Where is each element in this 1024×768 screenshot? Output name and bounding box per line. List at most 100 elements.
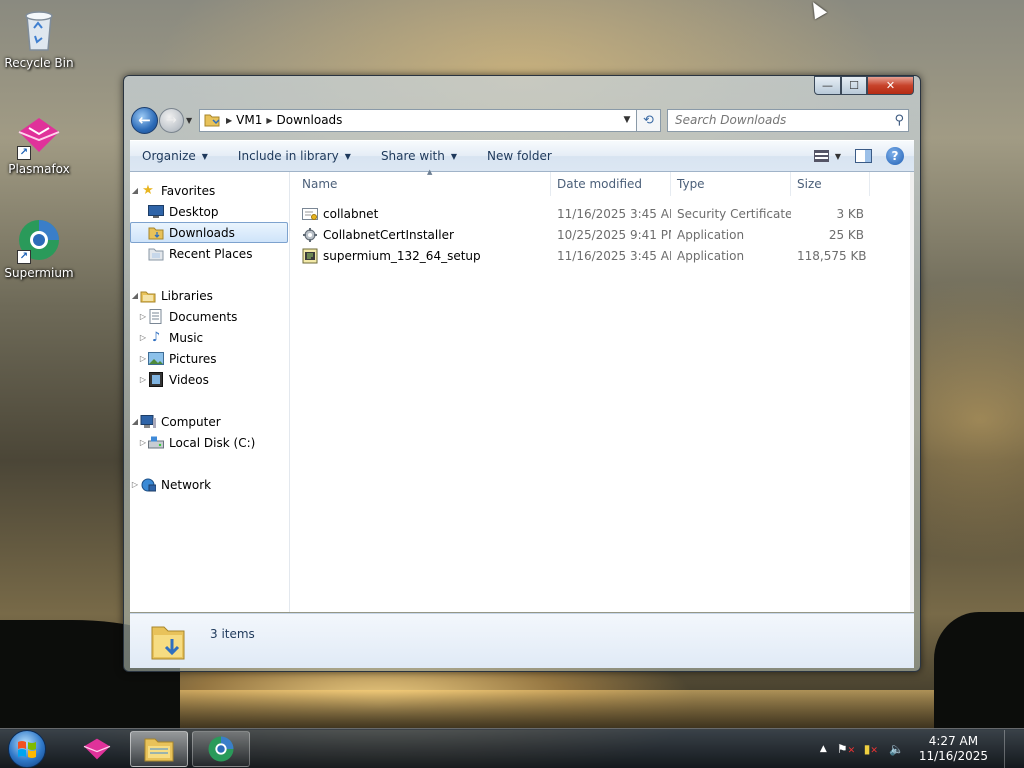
nav-computer[interactable]: ◢ Computer [130, 411, 289, 432]
share-with-menu[interactable]: Share with ▼ [381, 149, 457, 163]
plasmafox-icon [83, 738, 111, 759]
collapsed-arrow-icon[interactable]: ▷ [138, 375, 148, 384]
expand-arrow-icon[interactable]: ◢ [130, 417, 140, 426]
maximize-button[interactable]: ☐ [841, 76, 867, 95]
desktop-icon-supermium[interactable]: ↗ Supermium [1, 216, 77, 280]
file-name: CollabnetCertInstaller [290, 227, 551, 243]
column-name[interactable]: Name [290, 171, 551, 196]
breadcrumb-separator[interactable]: ▶ [266, 116, 272, 125]
item-count: 3 items [210, 627, 255, 641]
back-button[interactable]: ← [131, 106, 158, 134]
start-button[interactable] [8, 729, 46, 768]
minimize-button[interactable]: — [814, 76, 841, 95]
nav-desktop[interactable]: Desktop [130, 201, 289, 222]
file-size: 3 KB [836, 206, 864, 221]
volume-muted-icon[interactable]: 🔈 [889, 741, 905, 757]
system-tray: ▲ ⚑✕ ▮✕ 🔈 4:27 AM 11/16/2025 [820, 729, 1024, 768]
taskbar-plasmafox[interactable] [68, 731, 126, 767]
mouse-cursor [806, 0, 828, 20]
file-type: Application [677, 248, 745, 263]
nav-libraries-label: Libraries [161, 288, 213, 303]
address-bar[interactable]: ▶ VM1 ▶ Downloads ▼ [199, 108, 637, 132]
help-icon[interactable]: ? [886, 147, 904, 165]
chevron-down-icon: ▼ [201, 151, 208, 161]
search-icon[interactable]: ⚲ [894, 113, 904, 128]
collapsed-arrow-icon[interactable]: ▷ [138, 438, 148, 447]
nav-downloads[interactable]: Downloads [130, 222, 288, 243]
nav-libraries[interactable]: ◢ Libraries [130, 285, 289, 306]
chevron-down-icon: ▼ [344, 151, 351, 161]
details-view-icon [813, 150, 829, 162]
file-row[interactable]: supermium_132_64_setup 11/16/2025 3:45 A… [290, 245, 914, 266]
videos-icon [148, 372, 164, 387]
organize-menu[interactable]: Organize ▼ [142, 149, 208, 163]
nav-local-disk[interactable]: ▷ Local Disk (C:) [130, 432, 289, 453]
breadcrumb-vm1[interactable]: VM1 [236, 113, 262, 127]
include-in-library-label: Include in library [237, 149, 339, 163]
sort-indicator-icon: ▲ [427, 168, 433, 176]
collapsed-arrow-icon[interactable]: ▷ [138, 312, 148, 321]
collapsed-arrow-icon[interactable]: ▷ [130, 480, 140, 489]
desktop-icon-recycle-bin[interactable]: Recycle Bin [1, 6, 77, 70]
taskbar-supermium[interactable] [192, 730, 250, 767]
file-type: Application [677, 227, 745, 242]
search-input[interactable] [675, 113, 875, 127]
clock[interactable]: 4:27 AM 11/16/2025 [919, 734, 988, 764]
nav-computer-label: Computer [161, 414, 221, 429]
taskbar: ▲ ⚑✕ ▮✕ 🔈 4:27 AM 11/16/2025 [0, 728, 1024, 768]
file-list: ▲ Name Date modified Type Size collabnet… [290, 168, 914, 612]
breadcrumb-separator[interactable]: ▶ [226, 116, 232, 125]
taskbar-file-explorer[interactable] [130, 730, 188, 767]
action-center-icon[interactable]: ⚑✕ [837, 741, 855, 757]
address-dropdown-icon[interactable]: ▼ [618, 115, 636, 125]
nav-network[interactable]: ▷ Network [130, 474, 289, 495]
nav-local-disk-label: Local Disk (C:) [169, 435, 256, 450]
collapsed-arrow-icon[interactable]: ▷ [138, 333, 148, 342]
include-in-library-menu[interactable]: Include in library ▼ [238, 149, 351, 163]
file-date: 10/25/2025 9:41 PM [557, 227, 671, 242]
change-view-button[interactable]: ▼ [813, 150, 841, 162]
nav-pictures[interactable]: ▷ Pictures [130, 348, 289, 369]
file-size: 118,575 KB [797, 248, 867, 263]
expand-arrow-icon[interactable]: ◢ [130, 186, 140, 195]
recent-pages-dropdown[interactable]: ▼ [186, 116, 196, 125]
nav-music-label: Music [169, 330, 204, 345]
nav-pictures-label: Pictures [169, 351, 217, 366]
file-row[interactable]: collabnet 11/16/2025 3:45 AM Security Ce… [290, 203, 914, 224]
new-folder-button[interactable]: New folder [487, 149, 552, 163]
share-with-label: Share with [380, 149, 445, 163]
toolbar-right: ▼ ? [813, 147, 914, 165]
nav-music[interactable]: ▷ ♪ Music [130, 327, 289, 348]
show-hidden-icons-button[interactable]: ▲ [820, 744, 827, 754]
breadcrumb-downloads[interactable]: Downloads [277, 113, 343, 127]
file-name-text: CollabnetCertInstaller [323, 227, 454, 242]
organize-label: Organize [142, 149, 196, 163]
nav-videos-label: Videos [169, 372, 209, 387]
nav-recent-places[interactable]: Recent Places [130, 243, 289, 264]
preview-pane-icon[interactable] [855, 149, 872, 163]
search-box[interactable]: ⚲ [667, 108, 909, 132]
column-header: ▲ Name Date modified Type Size [290, 168, 914, 196]
vertical-scrollbar[interactable] [910, 172, 914, 612]
close-button[interactable]: ✕ [867, 76, 914, 95]
desktop-icon [148, 205, 164, 219]
file-name: collabnet [290, 206, 551, 222]
desktop-icon-label: Plasmafox [8, 162, 70, 176]
nav-videos[interactable]: ▷ Videos [130, 369, 289, 390]
desktop-icon-plasmafox[interactable]: ↗ Plasmafox [1, 112, 77, 176]
file-row[interactable]: CollabnetCertInstaller 10/25/2025 9:41 P… [290, 224, 914, 245]
column-size[interactable]: Size [791, 171, 870, 196]
nav-favorites[interactable]: ◢ ★ Favorites [130, 180, 289, 201]
column-type[interactable]: Type [671, 171, 791, 196]
collapsed-arrow-icon[interactable]: ▷ [138, 354, 148, 363]
show-desktop-button[interactable] [1004, 729, 1016, 768]
pictures-icon [148, 352, 164, 366]
forward-button[interactable]: → [159, 107, 184, 133]
downloads-folder-large-icon [150, 621, 186, 661]
file-date: 11/16/2025 3:45 AM [557, 206, 671, 221]
refresh-button[interactable]: ⟲ [637, 108, 661, 132]
column-date-modified[interactable]: Date modified [551, 171, 671, 196]
network-status-icon[interactable]: ▮✕ [863, 741, 879, 757]
nav-documents[interactable]: ▷ Documents [130, 306, 289, 327]
expand-arrow-icon[interactable]: ◢ [130, 291, 140, 300]
